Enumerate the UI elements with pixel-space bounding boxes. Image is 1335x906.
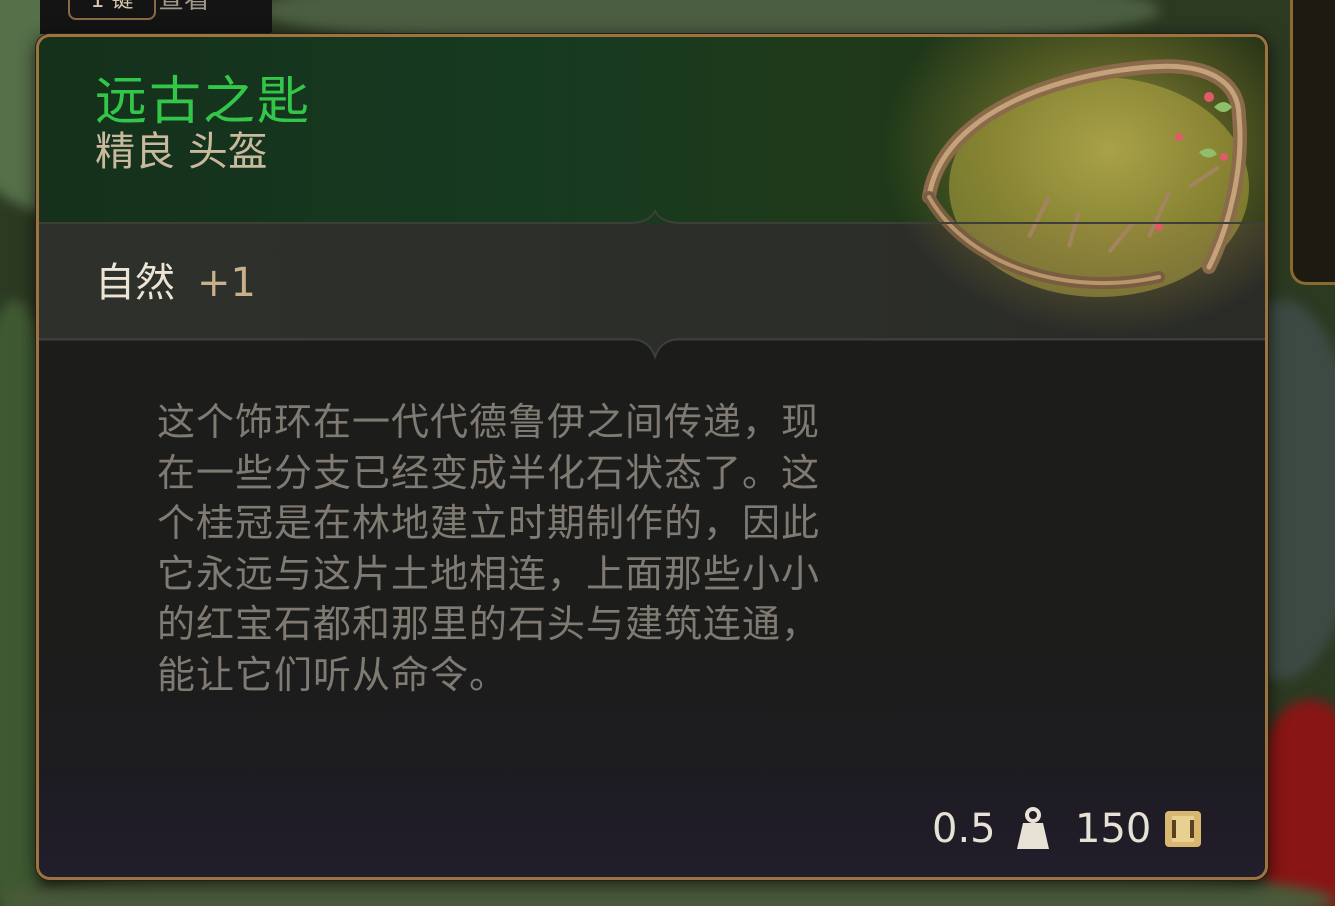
price-value: 150 <box>1075 806 1152 852</box>
weight-icon <box>1017 807 1049 849</box>
item-rarity-type: 精良 头盔 <box>95 129 268 175</box>
key-badge: 1 键 <box>68 0 156 20</box>
item-tooltip: 远古之匙 精良 头盔 自然 +1 这个饰环在一代代德鲁伊之间传递，现在一些分支已… <box>36 34 1268 880</box>
item-description: 这个饰环在一代代德鲁伊之间传递，现在一些分支已经变成半化石状态了。这个桂冠是在林… <box>157 400 821 697</box>
item-name: 远古之匙 <box>95 72 312 132</box>
header-divider <box>39 209 1265 227</box>
keybind-label: 查看 <box>158 0 210 10</box>
stat-value: +1 <box>197 260 256 306</box>
gold-coin-icon <box>1165 811 1201 847</box>
stat-name: 自然 <box>95 260 175 306</box>
stat-divider <box>39 337 1265 361</box>
weight-value: 0.5 <box>932 806 996 852</box>
keybind-hint: 1 键 查看 <box>40 0 272 34</box>
side-panel-edge <box>1290 0 1335 285</box>
laurel-circlet-icon <box>922 59 1249 297</box>
